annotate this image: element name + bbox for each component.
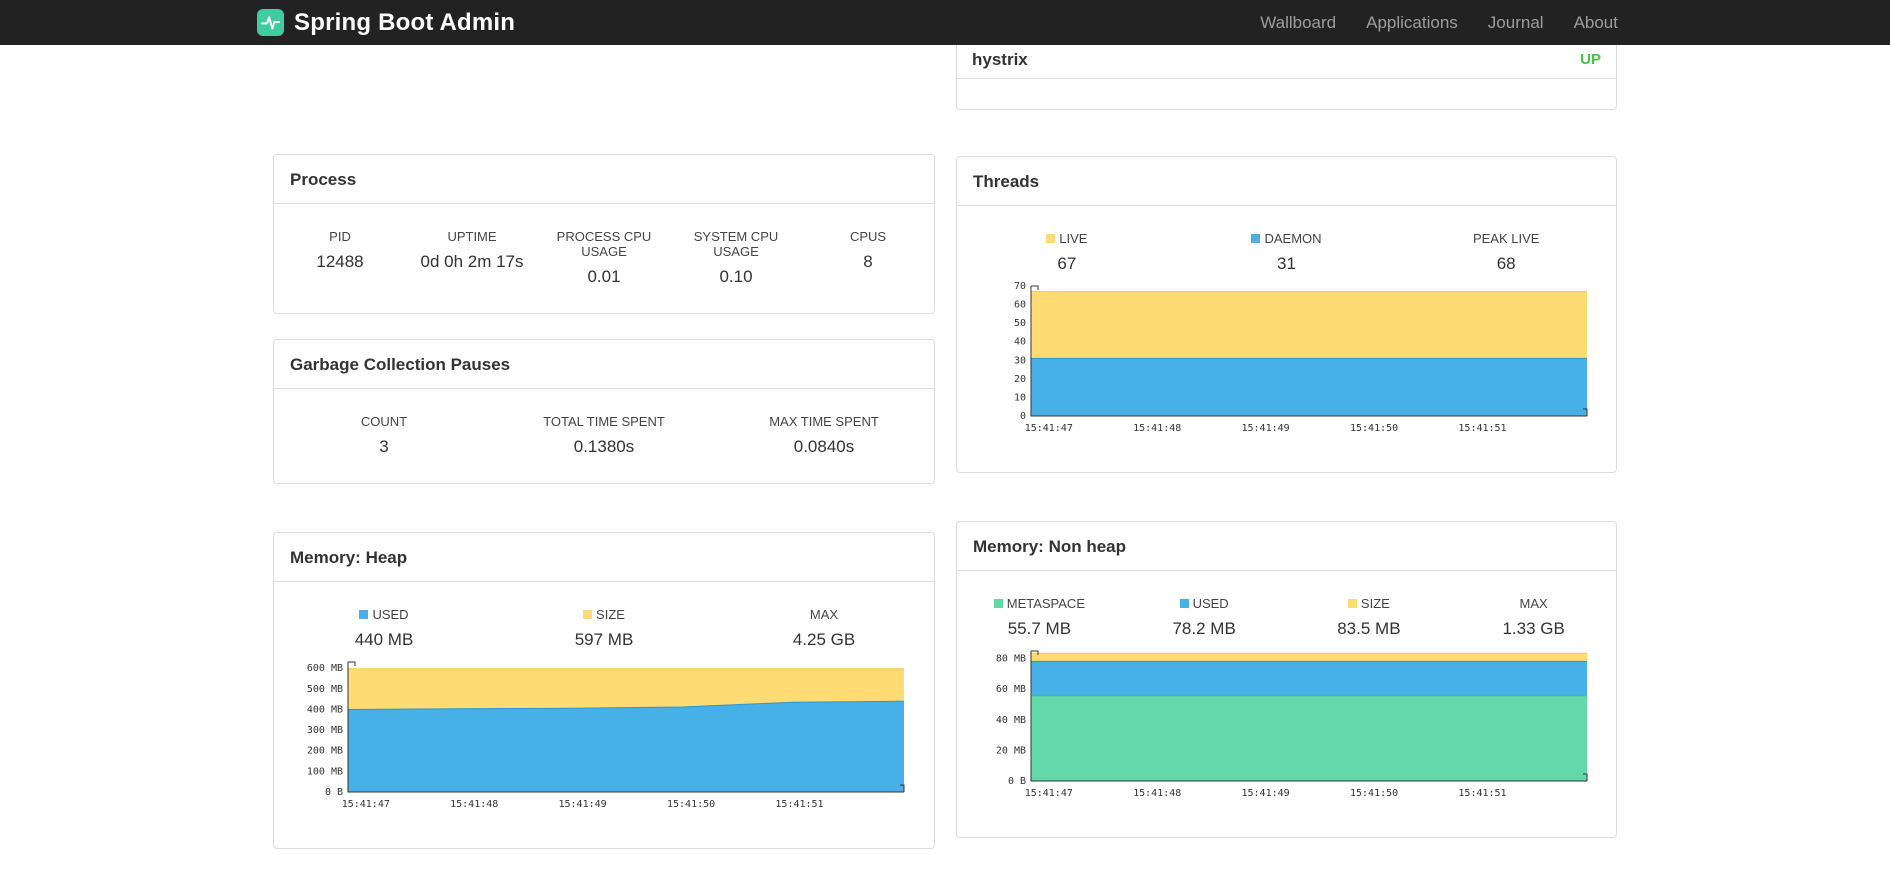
legend-nonheap-max: MAX 1.33 GB <box>1502 596 1565 638</box>
gc-card-title: Garbage Collection Pauses <box>274 340 934 389</box>
svg-text:60 MB: 60 MB <box>996 684 1026 695</box>
right-column: hystrix UP Threads LIVE 67 DAEMON 31 PEA… <box>956 0 1617 849</box>
svg-text:15:41:49: 15:41:49 <box>1242 423 1290 434</box>
svg-text:500 MB: 500 MB <box>307 684 343 695</box>
svg-text:20 MB: 20 MB <box>996 745 1026 756</box>
stat-cpus: CPUS 8 <box>849 229 887 271</box>
svg-text:200 MB: 200 MB <box>307 746 343 757</box>
legend-heap-max: MAX 4.25 GB <box>792 607 856 649</box>
legend-heap-used: USED 440 MB <box>354 607 414 649</box>
stat-gc-count: COUNT 3 <box>360 414 408 456</box>
legend-threads-daemon: DAEMON 31 <box>1177 231 1397 274</box>
memory-nonheap-card-title: Memory: Non heap <box>957 522 1616 571</box>
application-name: hystrix <box>972 50 1028 69</box>
svg-text:30: 30 <box>1014 355 1026 366</box>
daemon-legend-swatch <box>1251 234 1261 243</box>
legend-threads-peak: PEAK LIVE 68 <box>1472 231 1540 273</box>
svg-text:10: 10 <box>1014 392 1026 403</box>
svg-text:15:41:48: 15:41:48 <box>1133 788 1181 799</box>
svg-text:40: 40 <box>1014 337 1026 348</box>
svg-text:80 MB: 80 MB <box>996 654 1026 665</box>
stat-gc-total-time: TOTAL TIME SPENT 0.1380s <box>543 414 665 456</box>
brand-title: Spring Boot Admin <box>294 8 516 36</box>
legend-nonheap-used: USED 78.2 MB <box>1172 596 1236 638</box>
stat-uptime: UPTIME 0d 0h 2m 17s <box>420 229 524 271</box>
svg-text:600 MB: 600 MB <box>307 663 343 674</box>
memory-heap-card: Memory: Heap USED 440 MB SIZE 597 MB MAX… <box>273 532 935 849</box>
nav-item-applications[interactable]: Applications <box>1351 13 1473 33</box>
threads-chart: 70 60 50 40 30 20 10 0 15:41:47 15:41:48 15:41:49 1… <box>965 280 1616 443</box>
stat-pid: PID 12488 <box>316 229 364 271</box>
svg-text:15:41:47: 15:41:47 <box>1025 788 1073 799</box>
memory-heap-card-title: Memory: Heap <box>274 533 934 582</box>
nav-item-journal[interactable]: Journal <box>1473 13 1559 33</box>
legend-nonheap-metaspace: METASPACE 55.7 MB <box>957 596 1122 639</box>
size-legend-swatch <box>1347 599 1357 608</box>
svg-text:15:41:50: 15:41:50 <box>1350 423 1398 434</box>
svg-text:50: 50 <box>1014 318 1026 329</box>
used-legend-swatch <box>359 610 369 619</box>
legend-nonheap-size: SIZE 83.5 MB <box>1337 596 1401 638</box>
spring-boot-admin-logo-icon <box>257 9 284 36</box>
size-legend-swatch <box>583 610 593 619</box>
used-legend-swatch <box>1179 599 1189 608</box>
gc-card: Garbage Collection Pauses COUNT 3 TOTAL … <box>273 339 935 484</box>
svg-text:15:41:50: 15:41:50 <box>667 799 715 810</box>
stat-process-cpu: PROCESS CPU USAGE 0.01 <box>556 229 652 286</box>
svg-text:0 B: 0 B <box>325 787 343 798</box>
process-card-title: Process <box>274 155 934 204</box>
threads-card-title: Threads <box>957 157 1616 206</box>
svg-text:60: 60 <box>1014 300 1026 311</box>
svg-text:15:41:51: 15:41:51 <box>775 799 823 810</box>
svg-text:15:41:49: 15:41:49 <box>1242 788 1290 799</box>
svg-text:15:41:48: 15:41:48 <box>450 799 498 810</box>
process-card: Process PID 12488 UPTIME 0d 0h 2m 17s PR… <box>273 154 935 314</box>
svg-text:40 MB: 40 MB <box>996 715 1026 726</box>
svg-text:400 MB: 400 MB <box>307 705 343 716</box>
svg-text:15:41:50: 15:41:50 <box>1350 788 1398 799</box>
svg-text:15:41:48: 15:41:48 <box>1133 423 1181 434</box>
nav-item-wallboard[interactable]: Wallboard <box>1245 13 1351 33</box>
stat-gc-max-time: MAX TIME SPENT 0.0840s <box>769 414 879 456</box>
metaspace-legend-swatch <box>993 599 1003 608</box>
memory-nonheap-chart: 80 MB 60 MB 40 MB 20 MB 0 B 15:41:47 15:41:48 1… <box>965 645 1616 808</box>
brand[interactable]: Spring Boot Admin <box>257 9 515 37</box>
legend-heap-size: SIZE 597 MB <box>574 607 634 649</box>
svg-text:300 MB: 300 MB <box>307 725 343 736</box>
stat-system-cpu: SYSTEM CPU USAGE 0.10 <box>693 229 779 286</box>
svg-text:0 B: 0 B <box>1008 776 1026 787</box>
svg-text:15:41:51: 15:41:51 <box>1458 788 1506 799</box>
nav-links: Wallboard Applications Journal About <box>1245 13 1633 33</box>
threads-card: Threads LIVE 67 DAEMON 31 PEAK LIVE 68 7… <box>956 156 1617 473</box>
legend-threads-live: LIVE 67 <box>957 231 1177 274</box>
live-legend-swatch <box>1046 234 1056 243</box>
svg-text:20: 20 <box>1014 374 1026 385</box>
svg-text:15:41:49: 15:41:49 <box>559 799 607 810</box>
navbar: Spring Boot Admin Wallboard Applications… <box>0 0 1890 45</box>
application-row-hystrix[interactable]: hystrix UP <box>957 41 1616 79</box>
svg-text:100 MB: 100 MB <box>307 766 343 777</box>
svg-text:15:41:47: 15:41:47 <box>342 799 390 810</box>
left-column: Process PID 12488 UPTIME 0d 0h 2m 17s PR… <box>273 45 935 849</box>
svg-text:15:41:47: 15:41:47 <box>1025 423 1073 434</box>
nav-item-about[interactable]: About <box>1559 13 1633 33</box>
memory-nonheap-card: Memory: Non heap METASPACE 55.7 MB USED … <box>956 521 1617 838</box>
svg-text:15:41:51: 15:41:51 <box>1458 423 1506 434</box>
memory-heap-chart: 600 MB 500 MB 400 MB 300 MB 200 MB 100 MB 0 B1… <box>282 656 934 819</box>
svg-text:70: 70 <box>1014 281 1026 292</box>
application-status-badge: UP <box>1580 51 1601 68</box>
svg-text:0: 0 <box>1020 411 1026 422</box>
